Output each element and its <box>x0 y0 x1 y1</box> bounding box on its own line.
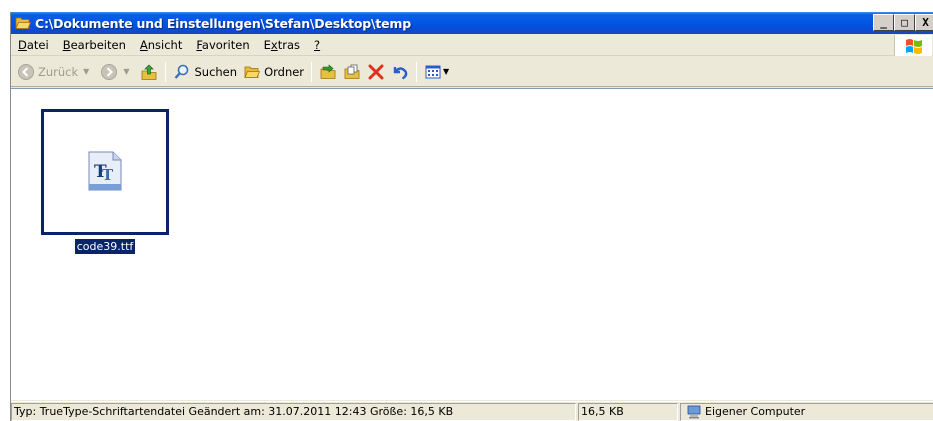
undo-button[interactable] <box>388 60 412 84</box>
my-computer-icon <box>687 405 701 419</box>
views-grid-icon <box>424 63 442 81</box>
copy-to-button[interactable] <box>340 60 364 84</box>
folder-open-icon <box>15 16 31 30</box>
search-button[interactable]: Suchen <box>170 60 240 84</box>
menu-bearbeiten[interactable]: Bearbeiten <box>56 38 133 52</box>
maximize-button[interactable]: □ <box>894 14 915 31</box>
svg-text:T: T <box>102 166 114 184</box>
copy-to-folder-icon <box>343 63 361 81</box>
delete-x-icon <box>367 63 385 81</box>
window-controls: _ □ X <box>873 14 933 31</box>
status-size: 16,5 KB <box>578 402 678 421</box>
undo-arrow-icon <box>391 63 409 81</box>
folders-button[interactable]: Ordner <box>240 60 307 84</box>
search-icon <box>173 63 191 81</box>
explorer-window: C:\Dokumente und Einstellungen\Stefan\De… <box>10 12 933 421</box>
window-title: C:\Dokumente und Einstellungen\Stefan\De… <box>35 15 411 31</box>
move-to-button[interactable] <box>316 60 340 84</box>
views-dropdown-icon[interactable]: ▼ <box>443 67 449 76</box>
forward-arrow-icon <box>100 63 118 81</box>
truetype-font-icon: T T <box>88 151 122 194</box>
move-to-folder-icon <box>319 63 337 81</box>
views-button[interactable]: ▼ <box>421 60 452 84</box>
folder-icon <box>243 63 261 81</box>
forward-button[interactable]: ▼ <box>97 60 137 84</box>
toolbar-separator <box>311 61 313 82</box>
back-arrow-icon <box>17 63 35 81</box>
status-zone: Eigener Computer <box>680 402 933 421</box>
title-bar[interactable]: C:\Dokumente und Einstellungen\Stefan\De… <box>11 12 933 34</box>
toolbar-separator <box>416 61 418 82</box>
menu-help[interactable]: ? <box>307 38 327 52</box>
menu-datei[interactable]: Datei <box>11 38 56 52</box>
windows-logo-icon <box>894 35 932 56</box>
status-info: Typ: TrueType-Schriftartendatei Geändert… <box>11 402 576 421</box>
back-dropdown-icon[interactable]: ▼ <box>83 67 89 76</box>
up-folder-icon <box>140 63 158 81</box>
forward-dropdown-icon[interactable]: ▼ <box>123 67 129 76</box>
toolbar-separator <box>165 61 167 82</box>
file-thumbnail[interactable]: T T <box>41 109 169 235</box>
back-button[interactable]: Zurück ▼ <box>14 60 97 84</box>
menu-ansicht[interactable]: Ansicht <box>133 38 189 52</box>
up-folder-button[interactable] <box>137 60 161 84</box>
file-name-label[interactable]: code39.ttf <box>74 239 136 254</box>
toolbar: Zurück ▼ ▼ Suchen Ordner ▼ <box>11 57 933 87</box>
minimize-button[interactable]: _ <box>873 14 894 31</box>
file-item[interactable]: T T code39.ttf <box>41 109 169 254</box>
menu-favoriten[interactable]: Favoriten <box>189 38 256 52</box>
delete-button[interactable] <box>364 60 388 84</box>
close-button[interactable]: X <box>915 14 933 31</box>
file-list-area[interactable]: T T code39.ttf <box>11 88 933 400</box>
menu-bar: Datei Bearbeiten Ansicht Favoriten Extra… <box>11 34 933 56</box>
menu-extras[interactable]: Extras <box>257 38 307 52</box>
status-bar: Typ: TrueType-Schriftartendatei Geändert… <box>11 401 933 421</box>
